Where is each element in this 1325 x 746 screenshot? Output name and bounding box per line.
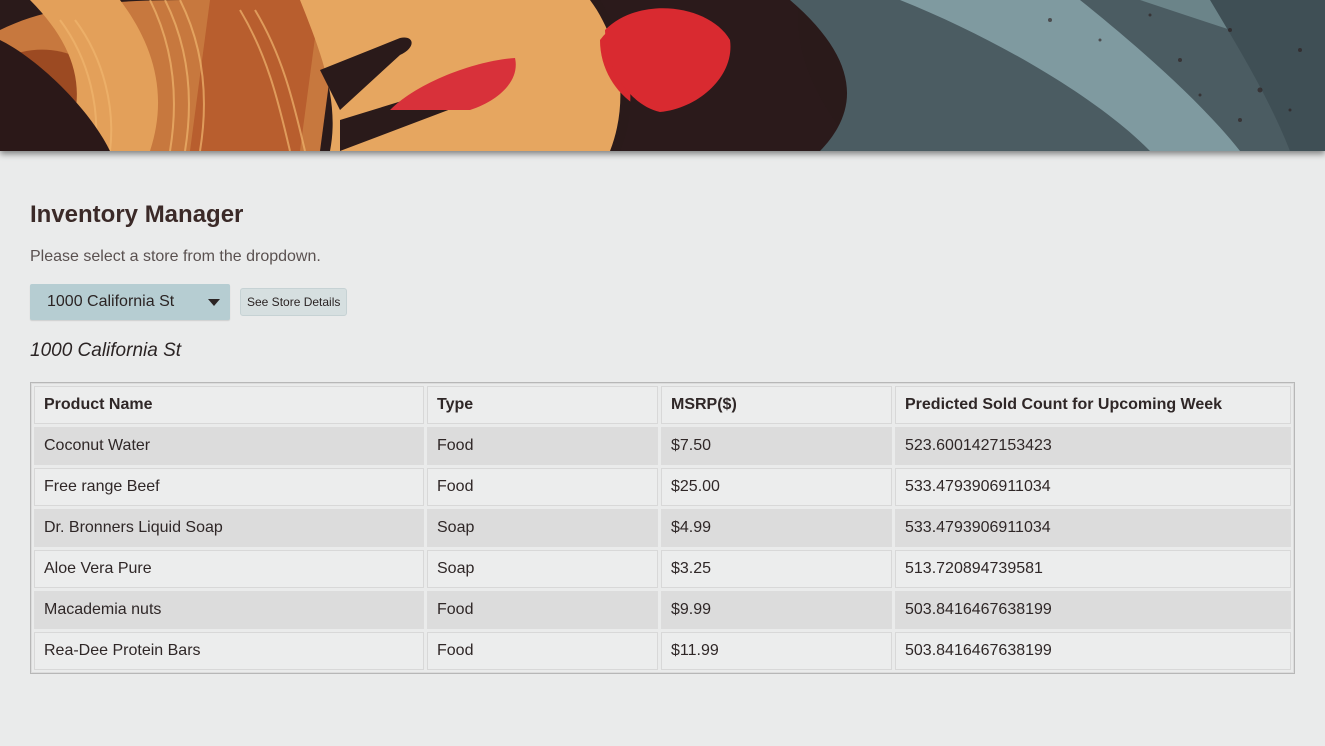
product-name-cell: Coconut Water xyxy=(34,427,424,465)
msrp-cell: $9.99 xyxy=(661,591,892,629)
predicted-count-cell: 533.4793906911034 xyxy=(895,509,1291,547)
type-cell: Soap xyxy=(427,509,658,547)
banner-artwork xyxy=(0,0,1325,151)
predicted-count-cell: 523.6001427153423 xyxy=(895,427,1291,465)
msrp-cell: $7.50 xyxy=(661,427,892,465)
predicted-count-cell: 533.4793906911034 xyxy=(895,468,1291,506)
predicted-count-cell: 503.8416467638199 xyxy=(895,591,1291,629)
msrp-cell: $25.00 xyxy=(661,468,892,506)
page-title: Inventory Manager xyxy=(30,201,244,228)
column-header-msrp: MSRP($) xyxy=(661,386,892,424)
table-row: Free range Beef Food $25.00 533.47939069… xyxy=(34,468,1291,506)
product-name-cell: Dr. Bronners Liquid Soap xyxy=(34,509,424,547)
table-row: Macademia nuts Food $9.99 503.8416467638… xyxy=(34,591,1291,629)
header-banner xyxy=(0,0,1325,151)
product-name-cell: Free range Beef xyxy=(34,468,424,506)
table-row: Aloe Vera Pure Soap $3.25 513.7208947395… xyxy=(34,550,1291,588)
table-row: Coconut Water Food $7.50 523.60014271534… xyxy=(34,427,1291,465)
column-header-product-name: Product Name xyxy=(34,386,424,424)
see-store-details-button[interactable]: See Store Details xyxy=(240,288,348,316)
store-controls: 1000 California St See Store Details xyxy=(30,284,1295,320)
table-row: Dr. Bronners Liquid Soap Soap $4.99 533.… xyxy=(34,509,1291,547)
msrp-cell: $4.99 xyxy=(661,509,892,547)
type-cell: Food xyxy=(427,468,658,506)
store-heading: 1000 California St xyxy=(30,340,182,361)
store-select-value: 1000 California St xyxy=(47,293,175,310)
chevron-down-icon xyxy=(208,298,220,306)
type-cell: Food xyxy=(427,632,658,670)
column-header-type: Type xyxy=(427,386,658,424)
table-row: Rea-Dee Protein Bars Food $11.99 503.841… xyxy=(34,632,1291,670)
store-select[interactable]: 1000 California St xyxy=(30,284,230,320)
column-header-predicted-sold-count: Predicted Sold Count for Upcoming Week xyxy=(895,386,1291,424)
main-content: Inventory Manager Please select a store … xyxy=(30,199,1295,674)
inventory-table: Product Name Type MSRP($) Predicted Sold… xyxy=(30,382,1295,674)
type-cell: Soap xyxy=(427,550,658,588)
type-cell: Food xyxy=(427,591,658,629)
predicted-count-cell: 513.720894739581 xyxy=(895,550,1291,588)
product-name-cell: Aloe Vera Pure xyxy=(34,550,424,588)
msrp-cell: $3.25 xyxy=(661,550,892,588)
msrp-cell: $11.99 xyxy=(661,632,892,670)
table-header-row: Product Name Type MSRP($) Predicted Sold… xyxy=(34,386,1291,424)
instructions-text: Please select a store from the dropdown. xyxy=(30,248,321,265)
type-cell: Food xyxy=(427,427,658,465)
product-name-cell: Rea-Dee Protein Bars xyxy=(34,632,424,670)
product-name-cell: Macademia nuts xyxy=(34,591,424,629)
predicted-count-cell: 503.8416467638199 xyxy=(895,632,1291,670)
